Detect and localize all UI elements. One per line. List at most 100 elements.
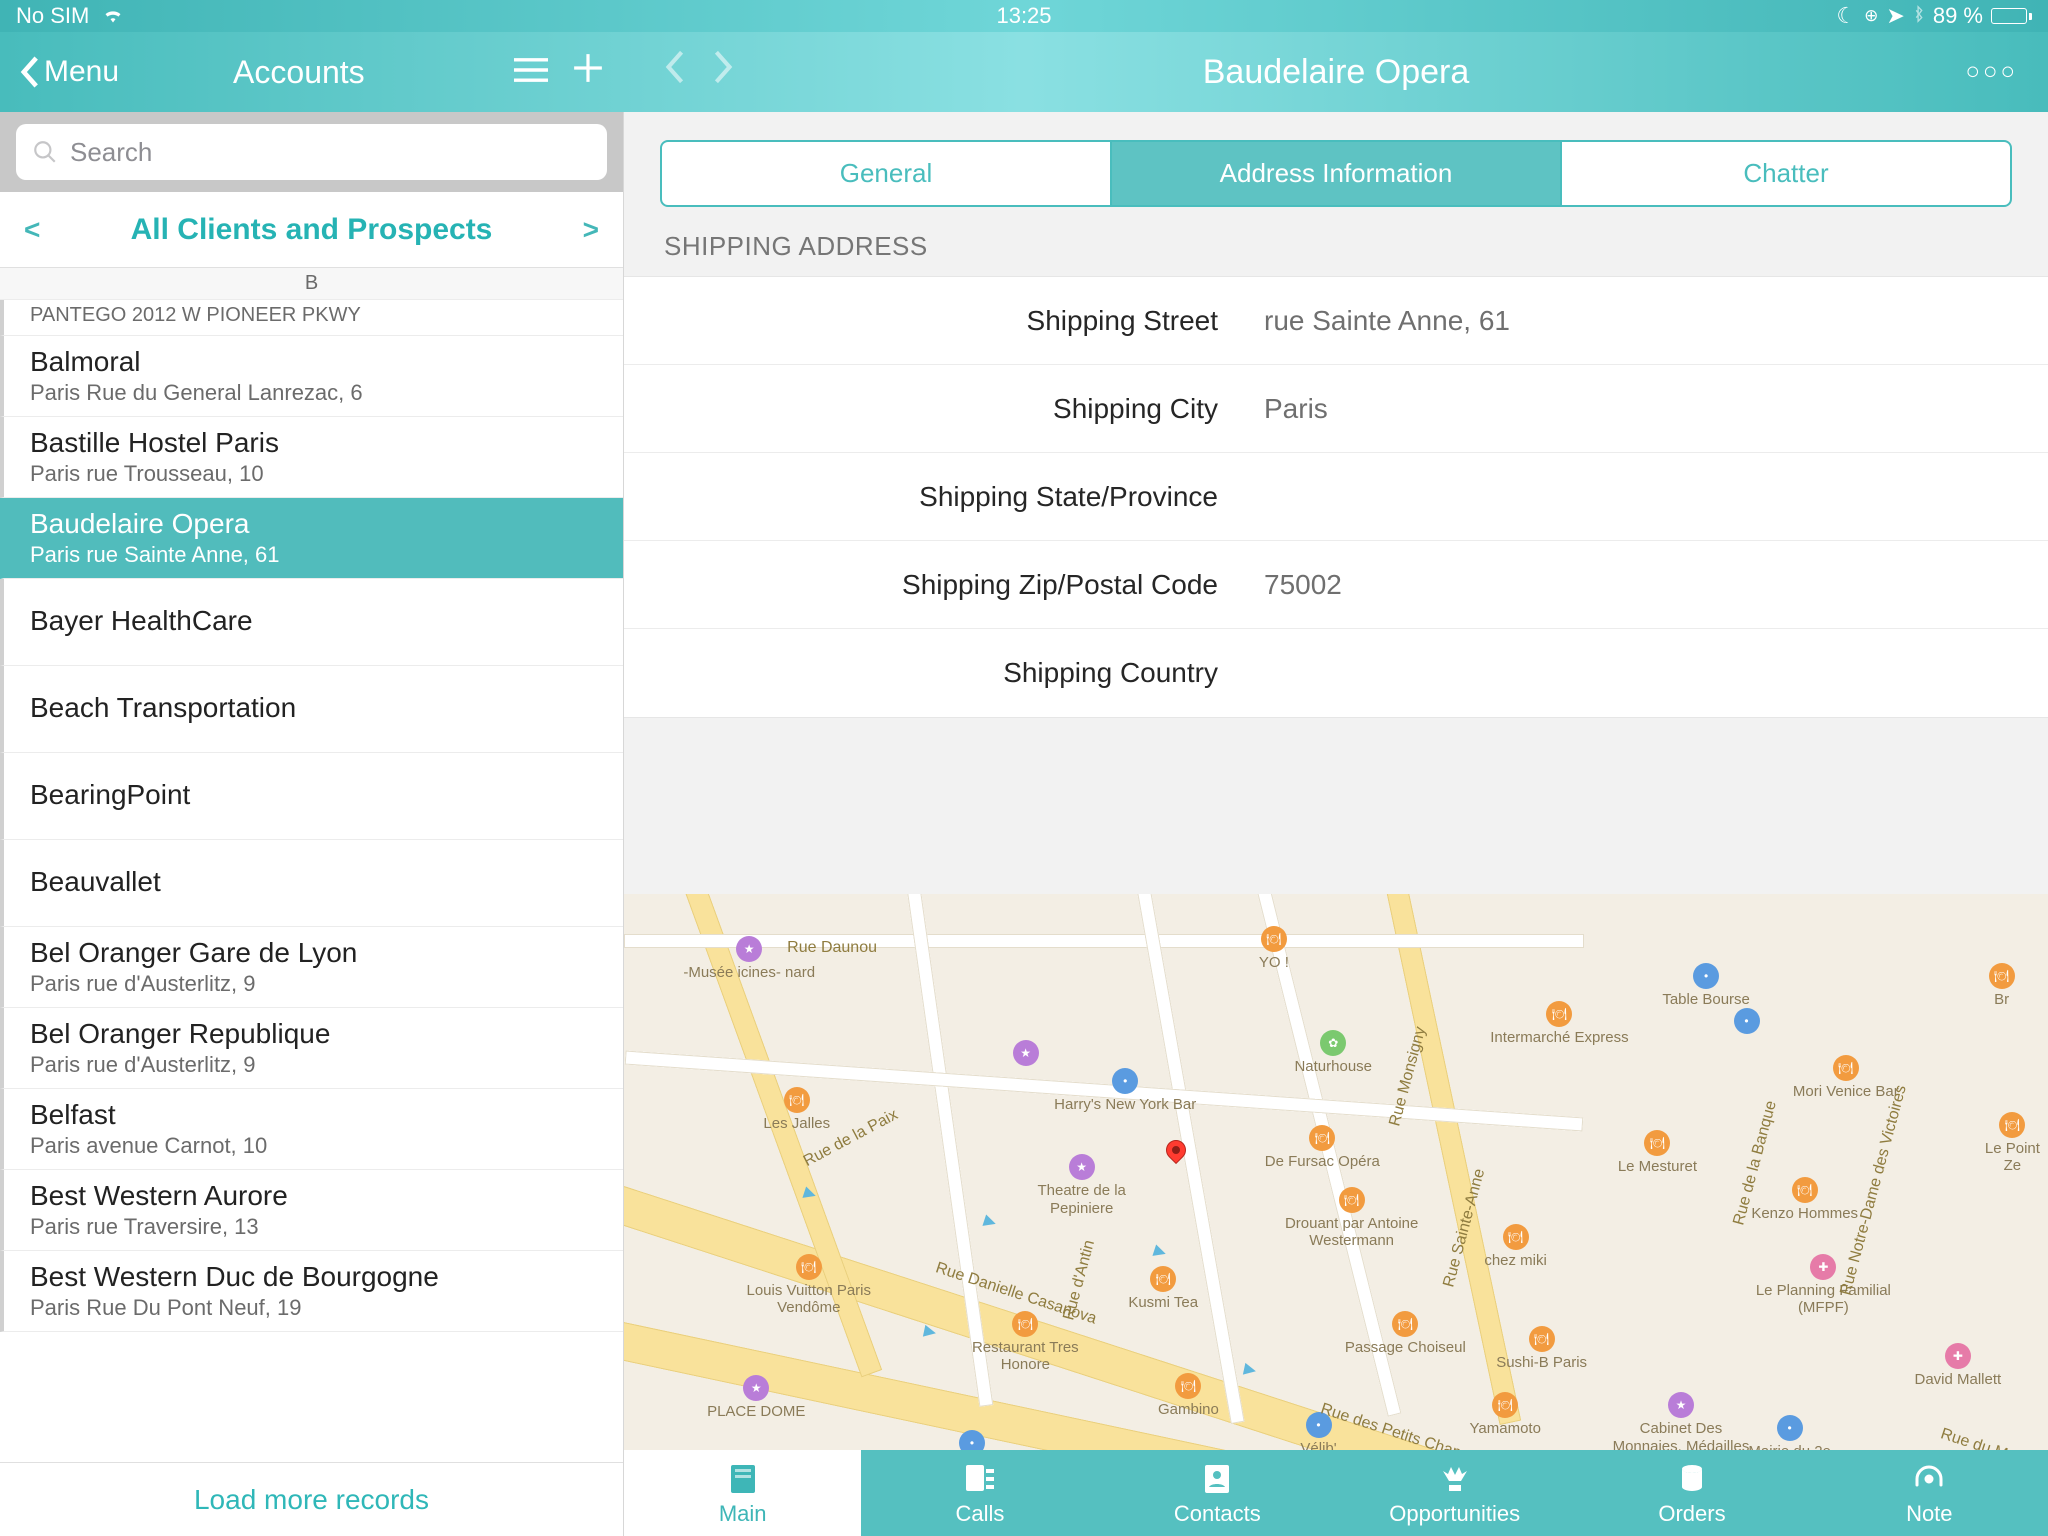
search-wrap: Search: [0, 112, 623, 192]
account-row[interactable]: Bel Oranger RepubliqueParis rue d'Auster…: [0, 1008, 623, 1089]
map-poi[interactable]: 🍽Le Mesturet: [1618, 1130, 1697, 1175]
bottom-tab-opportunities[interactable]: Opportunities: [1336, 1450, 1573, 1536]
detail-forward-button[interactable]: [712, 49, 734, 95]
poi-label: Table Bourse: [1662, 991, 1750, 1008]
status-bar: No SIM 13:25 ☾ ⊕ ➤ 89 %: [0, 0, 2048, 32]
address-field[interactable]: Shipping State/Province: [624, 453, 2048, 541]
bottom-tab-contacts[interactable]: Contacts: [1099, 1450, 1336, 1536]
map-poi[interactable]: ★PLACE DOME: [707, 1375, 805, 1420]
map-poi[interactable]: 🍽YO !: [1259, 926, 1289, 971]
account-row[interactable]: Bastille Hostel ParisParis rue Trousseau…: [0, 417, 623, 498]
map-poi[interactable]: •: [1734, 1008, 1760, 1034]
account-row[interactable]: BelfastParis avenue Carnot, 10: [0, 1089, 623, 1170]
tab-address[interactable]: Address Information: [1112, 142, 1562, 205]
field-value: 75002: [1264, 569, 1342, 601]
field-label: Shipping Country: [624, 657, 1264, 689]
lock-rotation-icon: ⊕: [1864, 6, 1878, 26]
account-title: Bel Oranger Republique: [30, 1018, 605, 1050]
map-poi[interactable]: 🍽Kusmi Tea: [1128, 1266, 1198, 1311]
detail-pane: General Address Information Chatter SHIP…: [624, 112, 2048, 1450]
list-menu-button[interactable]: [514, 51, 548, 93]
poi-icon: •: [1734, 1008, 1760, 1034]
map-poi[interactable]: 🍽Mori Venice Bar: [1793, 1055, 1899, 1100]
filter-bar[interactable]: < All Clients and Prospects >: [0, 192, 623, 268]
account-subtitle: Paris Rue du General Lanrezac, 6: [30, 380, 605, 406]
account-row[interactable]: BalmoralParis Rue du General Lanrezac, 6: [0, 336, 623, 417]
account-row[interactable]: Bayer HealthCare: [0, 579, 623, 666]
account-row[interactable]: Best Western Duc de BourgogneParis Rue D…: [0, 1251, 623, 1332]
map-poi[interactable]: 🍽De Fursac Opéra: [1265, 1125, 1380, 1170]
account-row[interactable]: Baudelaire OperaParis rue Sainte Anne, 6…: [0, 498, 623, 579]
bottom-tab-label: Calls: [956, 1501, 1005, 1527]
filter-prev-icon[interactable]: <: [24, 214, 40, 246]
poi-label: Sushi-B Paris: [1496, 1354, 1587, 1371]
account-row[interactable]: Beauvallet: [0, 840, 623, 927]
main-icon: [723, 1459, 763, 1499]
orders-icon: [1672, 1459, 1712, 1499]
address-field[interactable]: Shipping Zip/Postal Code75002: [624, 541, 2048, 629]
map-poi[interactable]: 🍽Louis Vuitton Paris Vendôme: [734, 1254, 884, 1317]
load-more-button[interactable]: Load more records: [0, 1462, 623, 1536]
map-poi[interactable]: 🍽Sushi-B Paris: [1496, 1326, 1587, 1371]
account-title: BearingPoint: [30, 779, 605, 811]
status-carrier: No SIM: [16, 3, 123, 29]
poi-icon: 🍽: [1261, 926, 1287, 952]
address-field[interactable]: Shipping Country: [624, 629, 2048, 717]
map-poi[interactable]: 🍽Intermarché Express: [1490, 1001, 1628, 1046]
search-input[interactable]: Search: [16, 124, 607, 180]
accounts-list[interactable]: PANTEGO 2012 W PIONEER PKWYBalmoralParis…: [0, 300, 623, 1462]
map-poi[interactable]: ★Theatre de la Pepiniere: [1007, 1154, 1157, 1217]
tab-chatter[interactable]: Chatter: [1562, 142, 2010, 205]
map-poi[interactable]: ★: [1013, 1040, 1039, 1066]
account-subtitle: Paris Rue Du Pont Neuf, 19: [30, 1295, 605, 1321]
poi-icon: ★: [736, 936, 762, 962]
map-poi[interactable]: 🍽Gambino: [1158, 1373, 1219, 1418]
map-poi[interactable]: 🍽Le Point Ze: [1977, 1112, 2048, 1175]
bottom-tab-main[interactable]: Main: [624, 1450, 861, 1536]
map-poi[interactable]: 🍽Kenzo Hommes: [1751, 1177, 1858, 1222]
address-field[interactable]: Shipping Streetrue Sainte Anne, 61: [624, 277, 2048, 365]
map-poi[interactable]: •Commissariat de police du 1er arrondiss…: [897, 1430, 1047, 1450]
add-account-button[interactable]: [572, 51, 604, 93]
account-row[interactable]: Bel Oranger Gare de LyonParis rue d'Aust…: [0, 927, 623, 1008]
map-poi[interactable]: •Table Bourse: [1662, 963, 1750, 1008]
tab-general[interactable]: General: [662, 142, 1112, 205]
map-container[interactable]: ★-Musée icines- nard🍽Les Jalles★•Harry's…: [624, 894, 2048, 1450]
poi-icon: ★: [1013, 1040, 1039, 1066]
detail-back-button[interactable]: [664, 49, 686, 95]
poi-label: Kenzo Hommes: [1751, 1205, 1858, 1222]
map-poi[interactable]: ★Cabinet Des Monnaies, Médailles Et Anti…: [1606, 1392, 1756, 1450]
detail-header: Baudelaire Opera ○○○: [624, 32, 2048, 112]
account-row[interactable]: Beach Transportation: [0, 666, 623, 753]
map-poi[interactable]: 🍽Drouant par Antoine Westermann: [1277, 1187, 1427, 1250]
bottom-tab-orders[interactable]: Orders: [1573, 1450, 1810, 1536]
account-row[interactable]: Best Western AuroreParis rue Traversire,…: [0, 1170, 623, 1251]
map-poi[interactable]: 🍽Les Jalles: [763, 1087, 830, 1132]
status-right: ☾ ⊕ ➤ 89 %: [1836, 3, 2032, 29]
map-poi[interactable]: •Mairie du 2e: [1748, 1415, 1831, 1450]
map-poi[interactable]: ✚Le Planning Familial (MFPF): [1748, 1254, 1898, 1317]
back-to-menu-button[interactable]: Menu: [20, 55, 119, 89]
map-poi[interactable]: 🍽chez miki: [1484, 1224, 1547, 1269]
account-title: Balmoral: [30, 346, 605, 378]
map-poi[interactable]: 🍽Yamamoto: [1470, 1392, 1541, 1437]
map-poi[interactable]: 🍽Br: [1989, 963, 2015, 1008]
filter-next-icon[interactable]: >: [583, 214, 599, 246]
bottom-tab-note[interactable]: Note: [1811, 1450, 2048, 1536]
account-title: Beach Transportation: [30, 692, 605, 724]
account-row[interactable]: BearingPoint: [0, 753, 623, 840]
poi-icon: ★: [1069, 1154, 1095, 1180]
address-field[interactable]: Shipping CityParis: [624, 365, 2048, 453]
app-header: Menu Accounts Baudelaire Opera ○○○: [0, 32, 2048, 112]
map-poi[interactable]: ✿Naturhouse: [1294, 1030, 1372, 1075]
poi-label: David Mallett: [1915, 1371, 2002, 1388]
bottom-tab-calls[interactable]: Calls: [861, 1450, 1098, 1536]
map-poi[interactable]: 🍽Passage Choiseul: [1345, 1311, 1466, 1356]
detail-more-button[interactable]: ○○○: [1966, 58, 2019, 86]
map-poi[interactable]: ✚David Mallett: [1915, 1343, 2002, 1388]
poi-label: Drouant par Antoine Westermann: [1277, 1215, 1427, 1250]
account-row[interactable]: PANTEGO 2012 W PIONEER PKWY: [0, 300, 623, 336]
road-label: Rue Daunou: [787, 939, 877, 957]
poi-icon: 🍽: [784, 1087, 810, 1113]
map-poi[interactable]: •Harry's New York Bar: [1054, 1068, 1196, 1113]
